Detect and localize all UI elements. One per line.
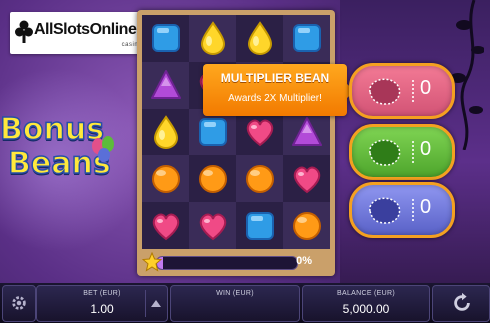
blue-square-symbol-icon [198,117,227,146]
reel-cell [189,202,236,249]
purple-triangle-symbol-icon [291,116,322,146]
pink-heart-symbol-icon [199,213,226,240]
multiplier-divider [412,141,418,163]
orange-circle-symbol-icon [292,211,321,240]
bottom-bar: BET (EUR) 1.00 WIN (EUR) BALANCE (EUR) 5… [0,283,490,323]
balance-value: 5,000.00 [342,302,390,316]
settings-button[interactable] [2,285,36,322]
reel-cell [142,155,189,203]
reel-cell [189,155,236,202]
bet-divider [145,290,146,317]
reel-cell [142,202,189,249]
multiplier-blue-value: 0 [420,196,432,218]
pink-heart-symbol-icon [246,119,273,147]
arrow-up-icon [151,299,161,307]
spin-arrows-icon [454,292,470,311]
reel-frame: 0% [137,10,335,276]
pink-heart-symbol-icon [152,213,179,240]
reel-cell [283,155,330,202]
blue-square-symbol-icon [245,211,274,240]
green-bean-icon [369,139,401,166]
multiplier-bean-tooltip: MULTIPLIER BEAN Awards 2X Multiplier! [203,64,355,116]
orange-circle-symbol-icon [245,164,274,193]
bet-value: 1.00 [90,302,114,316]
multiplier-blue[interactable]: 0 [349,182,455,238]
tooltip-description: Awards 2X Multiplier! [228,93,322,104]
win-panel: WIN (EUR) [170,285,300,322]
bet-label: BET (EUR) [83,290,121,297]
reel-cell [142,15,189,62]
progress-percent: 0% [296,255,312,267]
reel-cell [142,61,189,109]
multiplier-divider [412,199,418,221]
yellow-drop-symbol-icon [200,21,225,56]
balance-panel: BALANCE (EUR) 5,000.00 [302,285,430,322]
reel-cell [283,202,330,249]
bonus-progress: 0% [142,252,330,272]
reel-cell [189,15,236,62]
multiplier-pink[interactable]: 0 [349,63,455,119]
pink-bean-icon [369,78,401,105]
star-icon [142,252,162,272]
bet-panel: BET (EUR) 1.00 [36,285,168,322]
clubs-logo-icon [15,20,33,43]
purple-triangle-symbol-icon [150,70,181,100]
reel-cell [236,15,283,62]
reel-cell [283,15,330,62]
multiplier-green[interactable]: 0 [349,124,455,180]
reel-cell [236,155,283,203]
orange-circle-symbol-icon [198,164,227,193]
win-left-button [175,296,189,310]
reel-cell [236,202,283,249]
multiplier-pink-value: 0 [420,77,432,99]
game-title: Bonus Beans [0,111,120,194]
bet-increase-button[interactable] [149,296,163,310]
watermark-logo: AllSlotsOnline casino [10,12,148,54]
blue-square-symbol-icon [151,24,180,53]
beans-cluster-icon [92,136,114,162]
multiplier-divider [412,80,418,102]
progress-track [156,256,298,270]
multiplier-green-value: 0 [420,138,432,160]
win-label: WIN (EUR) [216,290,254,297]
yellow-drop-symbol-icon [153,115,178,149]
balance-label: BALANCE (EUR) [337,290,395,297]
watermark-brand: AllSlotsOnline [34,21,137,38]
tooltip-title: MULTIPLIER BEAN [220,71,330,85]
reel-cell [142,109,189,156]
pink-heart-symbol-icon [293,166,320,194]
reel-grid [142,15,330,249]
blue-bean-icon [369,197,401,224]
spin-button[interactable] [432,285,490,322]
yellow-drop-symbol-icon [247,21,272,56]
gear-icon [12,296,26,310]
blue-square-symbol-icon [292,24,321,53]
orange-circle-symbol-icon [151,164,180,193]
